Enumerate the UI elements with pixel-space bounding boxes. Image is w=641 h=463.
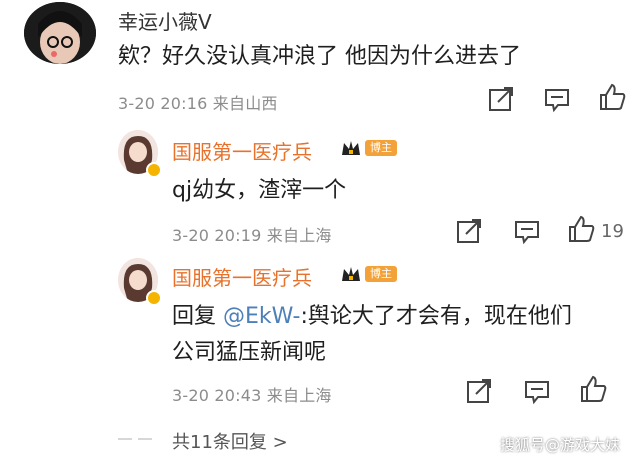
thumbs-up-icon xyxy=(569,215,595,242)
comment-icon xyxy=(525,381,549,405)
reply-text: qj幼女，渣滓一个 xyxy=(172,178,347,203)
share-button[interactable] xyxy=(454,216,484,246)
like-button[interactable] xyxy=(597,82,627,112)
share-button[interactable] xyxy=(486,84,516,114)
share-icon xyxy=(457,219,481,243)
comment-button[interactable] xyxy=(512,216,542,246)
verified-dot xyxy=(146,162,162,178)
comment-text: 欸？好久没认真冲浪了 他因为什么进去了 xyxy=(118,44,521,69)
thumbs-up-icon xyxy=(581,375,607,402)
divider-dash xyxy=(118,438,132,440)
crown-icon xyxy=(340,263,362,289)
mention-link[interactable]: @EkW- xyxy=(223,304,300,329)
share-icon xyxy=(467,379,491,403)
more-replies-link[interactable]: 共11条回复 > xyxy=(172,428,288,454)
like-button[interactable] xyxy=(578,374,608,404)
crown-icon xyxy=(340,137,362,163)
verified-dot xyxy=(146,290,162,306)
blogger-badge: 博主 xyxy=(365,266,397,282)
comment-icon xyxy=(545,89,569,113)
blogger-badge: 博主 xyxy=(365,140,397,156)
reply-text-line2: 公司猛压新闻呢 xyxy=(172,340,327,365)
thumbs-up-icon xyxy=(600,83,626,110)
share-button[interactable] xyxy=(464,376,494,406)
comment-author[interactable]: 幸运小薇V xyxy=(118,6,212,35)
reply-author[interactable]: 国服第一医疗兵 xyxy=(172,262,312,291)
comment-button[interactable] xyxy=(522,376,552,406)
divider-dash xyxy=(138,438,152,440)
reply-author[interactable]: 国服第一医疗兵 xyxy=(172,136,312,165)
comment-button[interactable] xyxy=(542,84,572,114)
reply-prefix: 回复 xyxy=(172,304,223,329)
reply-meta: 3-20 20:19 来自上海 xyxy=(172,226,332,245)
reply-text: :舆论大了才会有，现在他们 xyxy=(300,304,572,329)
like-button[interactable] xyxy=(566,214,596,244)
avatar[interactable] xyxy=(24,2,96,64)
comment-meta: 3-20 20:16 来自山西 xyxy=(118,94,278,113)
reply-text-line1: 回复 @EkW-:舆论大了才会有，现在他们 xyxy=(172,298,572,330)
watermark: 搜狐号@游戏大妹 xyxy=(500,436,621,454)
comment-icon xyxy=(515,221,539,245)
like-count: 19 xyxy=(601,221,624,242)
reply-meta: 3-20 20:43 来自上海 xyxy=(172,386,332,405)
avatar-image xyxy=(24,2,96,64)
share-icon xyxy=(489,87,513,111)
